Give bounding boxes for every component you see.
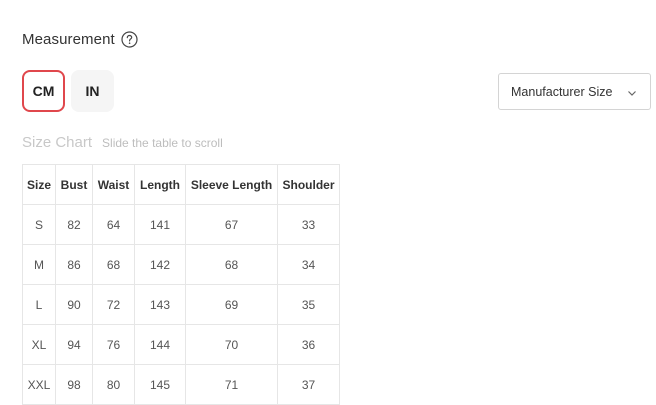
table-cell: 33: [277, 204, 340, 245]
table-cell: 34: [277, 244, 340, 285]
table-cell: 141: [134, 204, 186, 245]
table-cell: M: [22, 244, 56, 285]
table-cell: 80: [92, 364, 135, 405]
table-cell: L: [22, 284, 56, 325]
table-row: M 86 68 142 68 34: [22, 244, 340, 285]
table-cell: 37: [277, 364, 340, 405]
table-cell: 82: [55, 204, 93, 245]
column-header-size: Size: [22, 164, 56, 205]
table-cell: 144: [134, 324, 186, 365]
size-type-value: Manufacturer Size: [511, 84, 613, 99]
chevron-down-icon: [627, 87, 637, 97]
table-cell: 69: [185, 284, 278, 325]
column-header-waist: Waist: [92, 164, 135, 205]
table-row: S 82 64 141 67 33: [22, 204, 340, 245]
table-cell: 68: [185, 244, 278, 285]
table-row: L 90 72 143 69 35: [22, 284, 340, 325]
column-header-sleeve-length: Sleeve Length: [185, 164, 278, 205]
table-row: XL 94 76 144 70 36: [22, 324, 340, 365]
unit-cm-button[interactable]: CM: [22, 70, 65, 112]
table-cell: 72: [92, 284, 135, 325]
measurement-header: Measurement: [22, 31, 138, 48]
table-cell: 64: [92, 204, 135, 245]
question-circle-icon[interactable]: [121, 31, 138, 48]
size-chart-table[interactable]: Size Bust Waist Length Sleeve Length Sho…: [22, 164, 340, 405]
table-cell: XXL: [22, 364, 56, 405]
table-cell: 76: [92, 324, 135, 365]
table-cell: S: [22, 204, 56, 245]
table-cell: 143: [134, 284, 186, 325]
table-cell: 71: [185, 364, 278, 405]
column-header-length: Length: [134, 164, 186, 205]
table-cell: 35: [277, 284, 340, 325]
column-header-bust: Bust: [55, 164, 93, 205]
table-cell: 98: [55, 364, 93, 405]
table-cell: 67: [185, 204, 278, 245]
table-cell: 70: [185, 324, 278, 365]
table-cell: 142: [134, 244, 186, 285]
size-chart-title: Size Chart: [22, 134, 93, 151]
table-cell: 86: [55, 244, 93, 285]
table-cell: 94: [55, 324, 93, 365]
table-cell: 145: [134, 364, 186, 405]
table-cell: 68: [92, 244, 135, 285]
size-chart-header: Size Chart Slide the table to scroll: [22, 134, 223, 151]
table-cell: 90: [55, 284, 93, 325]
column-header-shoulder: Shoulder: [277, 164, 340, 205]
table-row: XXL 98 80 145 71 37: [22, 364, 340, 405]
measurement-title: Measurement: [22, 31, 115, 48]
table-header-row: Size Bust Waist Length Sleeve Length Sho…: [22, 164, 340, 205]
scroll-hint: Slide the table to scroll: [102, 136, 223, 150]
table-cell: XL: [22, 324, 56, 365]
size-type-select[interactable]: Manufacturer Size: [498, 73, 651, 110]
table-cell: 36: [277, 324, 340, 365]
unit-in-button[interactable]: IN: [71, 70, 114, 112]
